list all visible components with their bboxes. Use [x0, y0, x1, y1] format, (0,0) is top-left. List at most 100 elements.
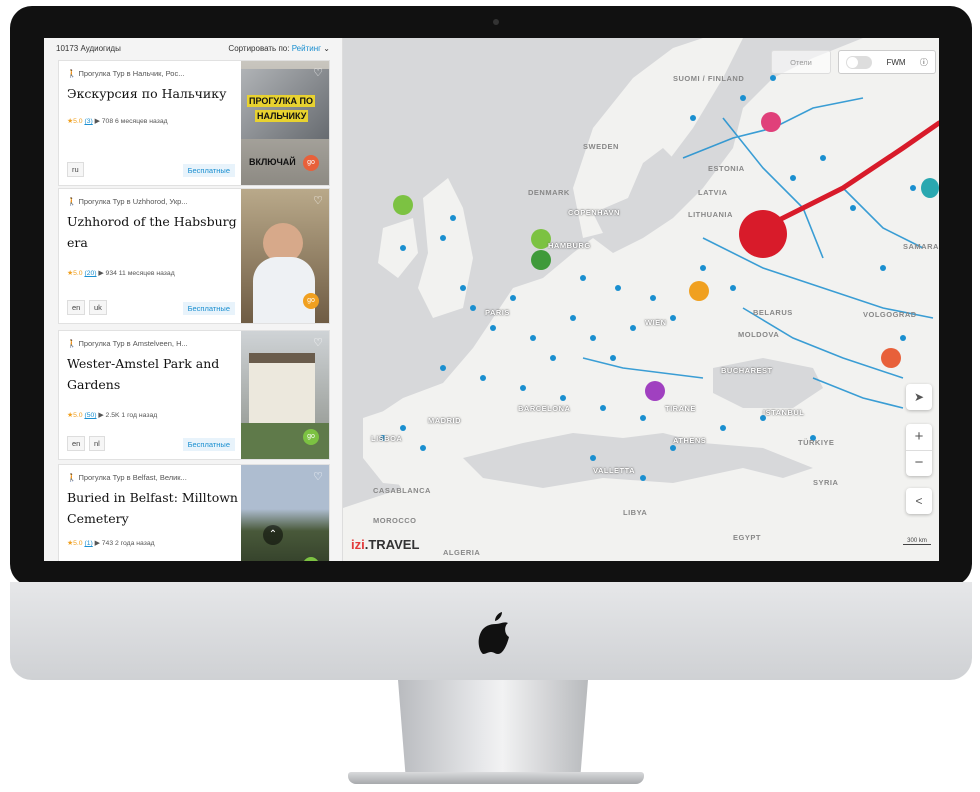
results-sidebar: 10173 Аудиогиды Сортировать по: Рейтинг … — [44, 38, 343, 561]
map-scale: 300 km — [903, 538, 931, 545]
map-label-madrid: MADRID — [428, 416, 461, 425]
fwm-label: FWM — [886, 57, 906, 67]
map-label-istanbul: ISTANBUL — [763, 408, 805, 417]
tour-card[interactable]: 🚶 Прогулка Тур в Нальчик, Рос... Экскурс… — [58, 60, 330, 186]
card-title[interactable]: Buried in Belfast: Milltown Cemetery — [67, 487, 239, 529]
tour-card[interactable]: 🚶 Прогулка Тур в Uzhhorod, Укр... Uzhhor… — [58, 188, 330, 324]
fwm-toggle[interactable] — [846, 55, 873, 69]
map-label-samara: SAMARA — [903, 242, 939, 251]
sort-dropdown[interactable]: Сортировать по: Рейтинг ⌄ — [228, 44, 330, 53]
language-tag[interactable]: en — [67, 300, 86, 315]
imac-stand-base — [348, 772, 644, 784]
tour-pin-icon: go — [303, 155, 319, 171]
reviews-link[interactable]: (50) — [84, 412, 96, 419]
museum-pin-icon[interactable] — [761, 112, 781, 132]
imac-stand — [398, 680, 588, 776]
poster-text: НАЛЬЧИКУ — [255, 110, 309, 122]
card-meta: ★5.0 (50) ▶ 2.5K 1 год назад — [67, 412, 158, 419]
zoom-out-button[interactable]: − — [906, 451, 932, 477]
zoom-in-button[interactable]: + — [906, 424, 932, 451]
heart-icon[interactable]: ♡ — [313, 194, 323, 207]
card-location: 🚶 Прогулка Тур в Amstelveen, H... — [67, 339, 188, 348]
card-image[interactable]: ♡ go — [241, 331, 329, 459]
tour-pin-icon[interactable] — [881, 348, 901, 368]
map-label-turkey: TÜRKIYE — [798, 438, 835, 447]
language-tag[interactable]: ru — [67, 162, 84, 177]
map-label-syria: SYRIA — [813, 478, 839, 487]
map-label-lisboa: LISBOA — [371, 434, 403, 443]
info-icon[interactable]: ⓘ — [920, 57, 928, 68]
map-label-tirane: TIRANE — [665, 404, 696, 413]
map-label-volgograd: VOLGOGRAD — [863, 310, 917, 319]
reviews-link[interactable]: (20) — [84, 270, 96, 277]
card-image[interactable]: ♡ go — [241, 189, 329, 323]
walking-icon: 🚶 — [67, 339, 77, 348]
izi-travel-logo[interactable]: izi.TRAVEL — [351, 537, 419, 552]
card-image[interactable]: ♡ go ⌃ — [241, 465, 329, 561]
map-label-libya: LIBYA — [623, 508, 648, 517]
map-label-morocco: MOROCCO — [373, 516, 417, 525]
tour-pin-icon[interactable] — [393, 195, 413, 215]
map-label-algeria: ALGERIA — [443, 548, 481, 557]
scroll-up-button[interactable]: ⌃ — [263, 525, 283, 545]
map-label-athens: ATHENS — [673, 436, 707, 445]
card-title[interactable]: Wester-Amstel Park and Gardens — [67, 353, 239, 395]
reviews-link[interactable]: (1) — [84, 540, 92, 547]
share-button[interactable]: < — [906, 488, 932, 514]
language-tag[interactable]: en — [67, 436, 86, 451]
heart-icon[interactable]: ♡ — [313, 66, 323, 79]
card-title[interactable]: Uzhhorod of the Habsburg era — [67, 211, 239, 253]
card-image[interactable]: ПРОГУЛКА ПО НАЛЬЧИКУ ВКЛЮЧАЙ ♡ go — [241, 61, 329, 185]
map-label-denmark: DENMARK — [528, 188, 570, 197]
map-label-bucharest: BUCHAREST — [721, 366, 773, 375]
walking-icon: 🚶 — [67, 197, 77, 206]
card-location: 🚶 Прогулка Тур в Нальчик, Рос... — [67, 69, 185, 78]
language-tag[interactable]: uk — [89, 300, 107, 315]
tour-pin-icon[interactable] — [531, 250, 551, 270]
sort-value: Рейтинг — [291, 43, 322, 53]
card-title[interactable]: Экскурсия по Нальчику — [67, 83, 239, 104]
location-arrow-icon: ➤ — [913, 390, 925, 404]
map-label-sweden: SWEDEN — [583, 142, 619, 151]
screen: 10173 Аудиогиды Сортировать по: Рейтинг … — [44, 38, 939, 561]
heart-icon[interactable]: ♡ — [313, 470, 323, 483]
locate-button[interactable]: ➤ — [906, 384, 932, 410]
reviews-link[interactable]: (3) — [84, 118, 92, 125]
map-label-paris: PARIS — [485, 308, 510, 317]
map-label-latvia: LATVIA — [698, 188, 728, 197]
apple-logo-icon — [478, 612, 509, 654]
map-label-estonia: ESTONIA — [708, 164, 745, 173]
play-icon: ▶ — [94, 118, 100, 125]
card-meta: ★5.0 (1) ▶ 743 2 года назад — [67, 540, 155, 547]
sidebar-header: 10173 Аудиогиды Сортировать по: Рейтинг … — [44, 38, 342, 58]
share-icon: < — [915, 494, 923, 508]
map-label-moldova: MOLDOVA — [738, 330, 780, 339]
language-tag[interactable]: nl — [89, 436, 105, 451]
price-badge: Бесплатные — [182, 438, 235, 451]
zoom-control: + − — [906, 424, 932, 476]
price-badge: Бесплатные — [182, 302, 235, 315]
walking-icon: 🚶 — [67, 473, 77, 482]
tour-pin-icon[interactable] — [689, 281, 709, 301]
map-label-hamburg: HAMBURG — [548, 241, 591, 250]
tour-pin-icon: go — [303, 429, 319, 445]
annotation-dot — [739, 210, 787, 258]
heart-icon[interactable]: ♡ — [313, 336, 323, 349]
tour-pin-icon: go — [303, 557, 319, 561]
chevron-down-icon: ⌄ — [323, 43, 330, 53]
map-label-copenhagen: COPENHAVN — [568, 208, 620, 217]
map-view[interactable]: SWEDEN SUOMI / FINLAND ESTONIA LATVIA LI… — [343, 38, 939, 561]
tour-pin-icon[interactable] — [645, 381, 665, 401]
tour-card[interactable]: 🚶 Прогулка Тур в Amstelveen, H... Wester… — [58, 330, 330, 460]
museum-pin-icon[interactable] — [921, 178, 939, 198]
hotels-toggle[interactable]: Отели — [771, 50, 831, 74]
card-meta: ★5.0 (3) ▶ 708 6 месяцев назад — [67, 118, 168, 125]
map-canvas[interactable] — [343, 38, 939, 561]
map-label-wien: WIEN — [645, 318, 667, 327]
card-location: 🚶 Прогулка Тур в Uzhhorod, Укр... — [67, 197, 188, 206]
tour-card[interactable]: 🚶 Прогулка Тур в Belfast, Велик... Burie… — [58, 464, 330, 561]
price-badge: Бесплатные — [182, 164, 235, 177]
map-label-barcelona: BARCELONA — [518, 404, 571, 413]
map-label-belarus: BELARUS — [753, 308, 793, 317]
fwm-control[interactable]: FWM ⓘ — [838, 50, 936, 74]
